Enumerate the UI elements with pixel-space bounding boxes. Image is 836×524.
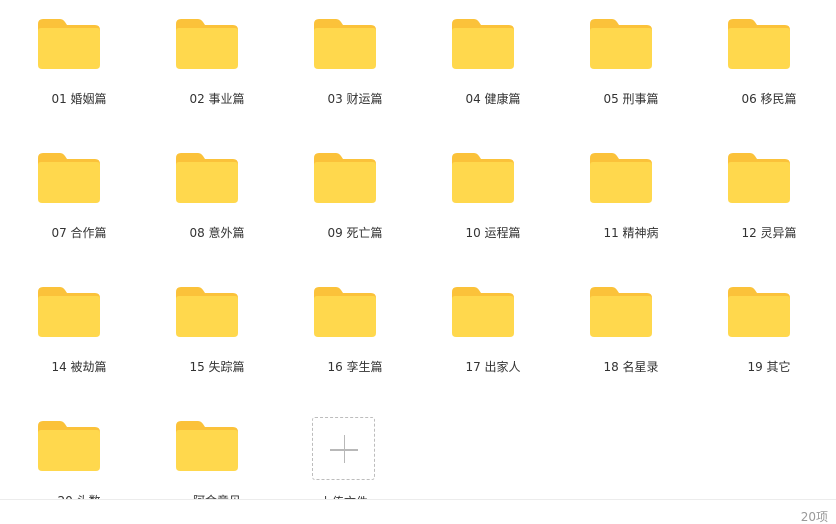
folder-icon	[728, 19, 790, 69]
folder-icon	[314, 19, 376, 69]
status-bar: 20项	[0, 499, 836, 524]
folder-item[interactable]: 07 合作篇	[29, 153, 129, 263]
folder-icon	[452, 19, 514, 69]
folder-item[interactable]: 03 财运篇	[305, 19, 405, 129]
upload-file-button[interactable]	[312, 417, 375, 480]
folder-item[interactable]: 01 婚姻篇	[29, 19, 129, 129]
folder-icon	[176, 287, 238, 337]
folder-icon	[176, 421, 238, 471]
folder-label: 01 婚姻篇	[51, 92, 107, 106]
folder-label: 16 孪生篇	[327, 360, 383, 374]
folder-label: 14 被劫篇	[51, 360, 107, 374]
folder-icon	[590, 287, 652, 337]
folder-label: 06 移民篇	[741, 92, 797, 106]
folder-icon	[314, 287, 376, 337]
folder-label: 02 事业篇	[189, 92, 245, 106]
folder-label: 07 合作篇	[51, 226, 107, 240]
folder-item[interactable]: 19 其它	[719, 287, 819, 397]
folder-label: 17 出家人	[465, 360, 521, 374]
folder-icon	[314, 153, 376, 203]
folder-icon	[590, 19, 652, 69]
folder-label: 03 财运篇	[327, 92, 383, 106]
folder-label: 10 运程篇	[465, 226, 521, 240]
folder-icon	[590, 153, 652, 203]
folder-label: 15 失踪篇	[189, 360, 245, 374]
folder-item[interactable]: 02 事业篇	[167, 19, 267, 129]
folder-item[interactable]: 08 意外篇	[167, 153, 267, 263]
folder-icon	[728, 153, 790, 203]
folder-icon	[728, 287, 790, 337]
folder-item[interactable]: 11 精神病	[581, 153, 681, 263]
folder-item[interactable]: 09 死亡篇	[305, 153, 405, 263]
folder-icon	[38, 19, 100, 69]
folder-item[interactable]: 18 名星录	[581, 287, 681, 397]
folder-icon	[452, 153, 514, 203]
folder-item[interactable]: 12 灵异篇	[719, 153, 819, 263]
folder-label: 12 灵异篇	[741, 226, 797, 240]
folder-item[interactable]: 04 健康篇	[443, 19, 543, 129]
folder-icon	[176, 19, 238, 69]
folder-label: 08 意外篇	[189, 226, 245, 240]
folder-icon	[38, 287, 100, 337]
folder-icon	[38, 421, 100, 471]
folder-item[interactable]: 15 失踪篇	[167, 287, 267, 397]
folder-label: 09 死亡篇	[327, 226, 383, 240]
folder-label: 04 健康篇	[465, 92, 521, 106]
folder-label: 18 名星录	[603, 360, 659, 374]
folder-item[interactable]: 17 出家人	[443, 287, 543, 397]
folder-icon	[176, 153, 238, 203]
folder-icon	[38, 153, 100, 203]
folder-item[interactable]: 16 孪生篇	[305, 287, 405, 397]
file-browser-grid: 01 婚姻篇 02 事业篇 03 财运篇 04 健康篇 05 刑事篇 06 移民篇 07 合…	[0, 0, 836, 524]
item-count: 20项	[800, 510, 828, 524]
folder-label: 19 其它	[747, 360, 791, 374]
folder-icon	[452, 287, 514, 337]
folder-label: 05 刑事篇	[603, 92, 659, 106]
folder-label: 11 精神病	[603, 226, 659, 240]
folder-item[interactable]: 14 被劫篇	[29, 287, 129, 397]
folder-item[interactable]: 05 刑事篇	[581, 19, 681, 129]
folder-item[interactable]: 06 移民篇	[719, 19, 819, 129]
folder-item[interactable]: 10 运程篇	[443, 153, 543, 263]
